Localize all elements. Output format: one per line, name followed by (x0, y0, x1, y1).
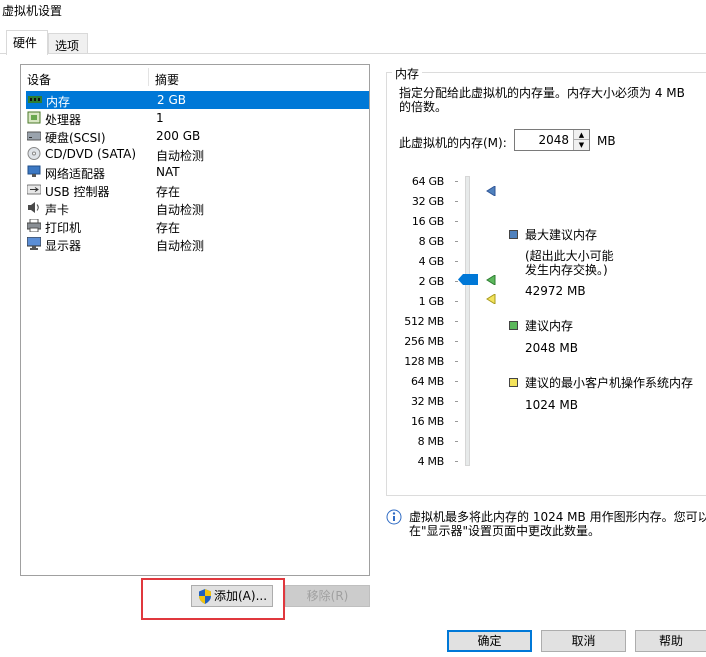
tab-hardware[interactable]: 硬件 (6, 30, 48, 55)
min-legend-swatch (509, 378, 518, 387)
graphics-memory-info: 虚拟机最多将此内存的 1024 MB 用作图形内存。您可以 在"显示器"设置页面… (409, 510, 706, 538)
scale-label: 512 MB (404, 315, 444, 328)
scale-label: 4 MB (417, 455, 445, 468)
tab-strip: 硬件 选项 (0, 30, 706, 55)
device-name: USB 控制器 (45, 185, 110, 199)
device-summary: 200 GB (156, 129, 201, 143)
memory-input[interactable]: 2048 ▲ ▼ (514, 129, 590, 151)
device-list-header: 设备 摘要 (21, 65, 369, 87)
scale-label: 64 MB (410, 375, 444, 388)
max-legend-note: 发生内存交换。) (525, 263, 608, 277)
max-legend-note: (超出此大小可能 (525, 249, 614, 263)
device-name: 硬盘(SCSI) (45, 131, 106, 145)
tab-options[interactable]: 选项 (48, 33, 88, 54)
max-recommended-marker-icon (486, 186, 496, 196)
max-legend-swatch (509, 230, 518, 239)
device-summary: 自动检测 (156, 149, 205, 163)
device-summary: 存在 (156, 221, 181, 235)
scale-label: 8 MB (417, 435, 445, 448)
help-button[interactable]: 帮助 (635, 630, 706, 652)
column-summary[interactable]: 摘要 (155, 71, 179, 88)
memory-spinner: ▲ ▼ (573, 130, 589, 150)
device-summary: 自动检测 (156, 203, 205, 217)
scale-label: 32 MB (410, 395, 444, 408)
scale-label: 16 MB (410, 415, 444, 428)
ok-button[interactable]: 确定 (447, 630, 532, 652)
info-icon (386, 509, 402, 525)
scale-label: 16 GB (411, 215, 444, 228)
rec-legend-title: 建议内存 (525, 319, 574, 333)
device-name: 显示器 (45, 239, 82, 253)
device-name: 内存 (46, 95, 71, 109)
scale-label: 4 GB (418, 255, 445, 268)
memory-group-title: 内存 (392, 65, 423, 82)
device-name: 处理器 (45, 113, 82, 127)
scale-label: 1 GB (418, 295, 445, 308)
max-legend-title: 最大建议内存 (525, 228, 598, 242)
memory-value: 2048 (538, 133, 569, 147)
device-summary: 2 GB (157, 93, 186, 107)
memory-slider-thumb[interactable] (458, 274, 478, 285)
info-line: 虚拟机最多将此内存的 1024 MB 用作图形内存。您可以 (409, 510, 706, 524)
memory-description: 指定分配给此虚拟机的内存量。内存大小必须为 4 MB 的倍数。 (399, 86, 685, 114)
device-name: 声卡 (45, 203, 70, 217)
memory-slider-track[interactable] (465, 176, 470, 466)
device-row-memory[interactable]: 内存 2 GB (26, 91, 369, 109)
remove-button[interactable]: 移除(R) (285, 585, 370, 607)
memory-unit: MB (597, 134, 616, 148)
usb-icon (27, 184, 41, 195)
processor-icon (27, 111, 41, 124)
rec-legend-value: 2048 MB (525, 341, 578, 355)
scale-label: 256 MB (404, 335, 444, 348)
device-row-sound[interactable]: 声卡 自动检测 (25, 199, 369, 217)
scale-label: 32 GB (411, 195, 444, 208)
max-legend-value: 42972 MB (525, 284, 586, 298)
recommended-marker-icon (486, 275, 496, 285)
memory-label: 此虚拟机的内存(M): (399, 136, 507, 150)
hard-disk-icon (27, 131, 41, 141)
scale-label: 2 GB (418, 275, 445, 288)
device-summary: 1 (156, 111, 164, 125)
add-button[interactable]: 添加(A)... (191, 585, 273, 607)
scale-label: 64 GB (411, 175, 444, 188)
rec-legend-swatch (509, 321, 518, 330)
device-row-printer[interactable]: 打印机 存在 (25, 217, 369, 235)
spin-down-button[interactable]: ▼ (574, 140, 589, 150)
device-row-cd-dvd[interactable]: CD/DVD (SATA) 自动检测 (25, 145, 369, 163)
monitor-icon (27, 237, 41, 250)
spin-up-button[interactable]: ▲ (574, 130, 589, 140)
device-list[interactable]: 设备 摘要 内存 2 GB 处理器 1 硬盘(SCSI) 200 GB CD/D… (20, 64, 370, 576)
info-line: 在"显示器"设置页面中更改此数量。 (409, 524, 601, 538)
window-title: 虚拟机设置 (2, 4, 63, 18)
min-legend-value: 1024 MB (525, 398, 578, 412)
device-row-hard-disk[interactable]: 硬盘(SCSI) 200 GB (25, 127, 369, 145)
device-name: 网络适配器 (45, 167, 106, 181)
uac-shield-icon (199, 589, 211, 604)
device-row-processor[interactable]: 处理器 1 (25, 109, 369, 127)
cd-dvd-icon (27, 147, 41, 160)
min-recommended-marker-icon (486, 294, 496, 304)
scale-label: 128 MB (404, 355, 444, 368)
network-adapter-icon (27, 165, 41, 177)
column-device[interactable]: 设备 (27, 71, 51, 88)
memory-icon (28, 96, 42, 103)
device-row-display[interactable]: 显示器 自动检测 (25, 235, 369, 253)
device-name: 打印机 (45, 221, 82, 235)
cancel-button[interactable]: 取消 (541, 630, 626, 652)
device-row-usb[interactable]: USB 控制器 存在 (25, 181, 369, 199)
scale-label: 8 GB (418, 235, 445, 248)
min-legend-title: 建议的最小客户机操作系统内存 (525, 376, 694, 390)
device-summary: NAT (156, 165, 180, 179)
device-summary: 存在 (156, 185, 181, 199)
add-button-label: 添加(A)... (214, 589, 268, 603)
speaker-icon (28, 202, 39, 213)
device-name: CD/DVD (SATA) (45, 147, 137, 161)
device-row-network[interactable]: 网络适配器 NAT (25, 163, 369, 181)
device-summary: 自动检测 (156, 239, 205, 253)
printer-icon (27, 219, 41, 232)
